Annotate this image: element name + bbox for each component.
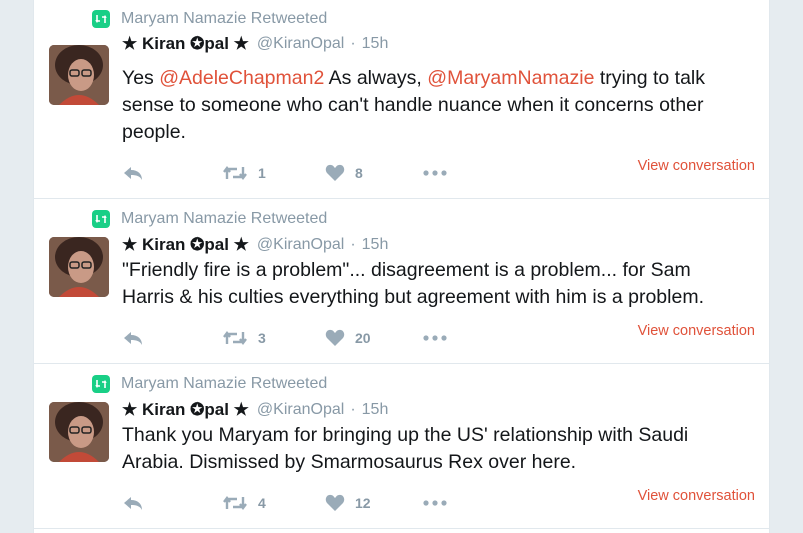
separator: ·	[350, 35, 356, 52]
handle[interactable]: @KiranOpal	[257, 401, 344, 419]
retweet-count: 1	[258, 165, 266, 181]
heart-icon	[325, 164, 345, 181]
display-name[interactable]: ★ Kiran ✪pal ★	[122, 34, 249, 54]
tweet-text: "Friendly fire is a problem"... disagree…	[122, 257, 742, 311]
like-button[interactable]: 12	[325, 491, 371, 515]
retweeted-by[interactable]: Maryam Namazie Retweeted	[121, 10, 327, 28]
retweet-icon	[223, 166, 247, 180]
tweet-text: Thank you Maryam for bringing up the US'…	[122, 422, 742, 476]
timeline: Maryam Namazie Retweeted ★ Kiran ✪pal ★ …	[33, 0, 770, 533]
timestamp[interactable]: 15h	[362, 401, 389, 419]
tweet-header: ★ Kiran ✪pal ★ @KiranOpal · 15h	[122, 399, 388, 421]
avatar[interactable]	[49, 402, 109, 462]
retweet-button[interactable]: 4	[222, 491, 266, 515]
more-icon	[423, 335, 447, 341]
tweet-actions: 1 8	[122, 161, 722, 185]
tweet-text-segment: Thank you Maryam for bringing up the US'…	[122, 424, 689, 473]
separator: ·	[350, 401, 356, 418]
more-icon	[423, 170, 447, 176]
tweet-text-segment: "Friendly fire is a problem"... disagree…	[122, 259, 704, 308]
mention-link[interactable]: @AdeleChapman2	[159, 67, 324, 89]
tweet-text-segment: Yes	[122, 67, 160, 89]
like-count: 20	[355, 330, 371, 346]
retweet-button[interactable]: 1	[222, 161, 266, 185]
handle[interactable]: @KiranOpal	[257, 236, 344, 254]
view-conversation-link[interactable]: View conversation	[638, 323, 755, 339]
view-conversation-link[interactable]: View conversation	[638, 158, 755, 174]
retweet-icon	[223, 496, 247, 510]
mention-link[interactable]: @MaryamNamazie	[427, 67, 594, 89]
handle[interactable]: @KiranOpal	[257, 35, 344, 53]
retweet-count: 4	[258, 495, 266, 511]
display-name[interactable]: ★ Kiran ✪pal ★	[122, 235, 249, 255]
retweet-badge-icon	[92, 10, 110, 28]
heart-icon	[325, 329, 345, 346]
separator: ·	[350, 236, 356, 253]
retweet-count: 3	[258, 330, 266, 346]
avatar[interactable]	[49, 237, 109, 297]
avatar[interactable]	[49, 45, 109, 105]
tweet-actions: 3 20	[122, 326, 722, 350]
retweet-context: Maryam Namazie Retweeted	[92, 209, 327, 229]
like-count: 12	[355, 495, 371, 511]
retweeted-by[interactable]: Maryam Namazie Retweeted	[121, 375, 327, 393]
more-button[interactable]	[423, 326, 447, 350]
more-button[interactable]	[423, 161, 447, 185]
view-conversation-link[interactable]: View conversation	[638, 488, 755, 504]
retweet-button[interactable]: 3	[222, 326, 266, 350]
reply-icon	[124, 332, 142, 345]
reply-icon	[124, 167, 142, 180]
reply-button[interactable]	[122, 161, 144, 185]
heart-icon	[325, 494, 345, 511]
like-count: 8	[355, 165, 363, 181]
retweet-badge-icon	[92, 375, 110, 393]
reply-button[interactable]	[122, 491, 144, 515]
like-button[interactable]: 8	[325, 161, 363, 185]
tweet[interactable]: Maryam Namazie Retweeted ★ Kiran ✪pal ★ …	[34, 0, 769, 199]
reply-icon	[124, 497, 142, 510]
timestamp[interactable]: 15h	[362, 35, 389, 53]
retweet-icon	[223, 331, 247, 345]
retweet-context: Maryam Namazie Retweeted	[92, 374, 327, 394]
tweet-header: ★ Kiran ✪pal ★ @KiranOpal · 15h	[122, 33, 388, 55]
reply-button[interactable]	[122, 326, 144, 350]
tweet[interactable]: Maryam Namazie Retweeted ★ Kiran ✪pal ★ …	[34, 199, 769, 364]
like-button[interactable]: 20	[325, 326, 371, 350]
display-name[interactable]: ★ Kiran ✪pal ★	[122, 400, 249, 420]
tweet-text-segment: As always,	[324, 67, 428, 89]
more-button[interactable]	[423, 491, 447, 515]
retweet-context: Maryam Namazie Retweeted	[92, 9, 327, 29]
tweet-actions: 4 12	[122, 491, 722, 515]
retweet-badge-icon	[92, 210, 110, 228]
tweet-text: Yes @AdeleChapman2 As always, @MaryamNam…	[122, 65, 742, 146]
more-icon	[423, 500, 447, 506]
retweeted-by[interactable]: Maryam Namazie Retweeted	[121, 210, 327, 228]
timestamp[interactable]: 15h	[362, 236, 389, 254]
tweet-header: ★ Kiran ✪pal ★ @KiranOpal · 15h	[122, 234, 388, 256]
tweet[interactable]: Maryam Namazie Retweeted ★ Kiran ✪pal ★ …	[34, 364, 769, 529]
